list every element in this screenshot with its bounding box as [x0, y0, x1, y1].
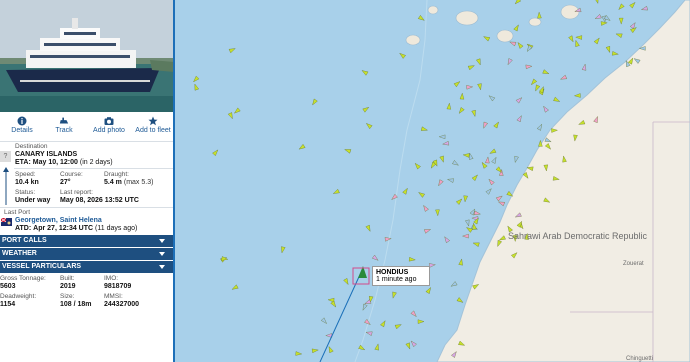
vessel-particulars-section[interactable]: VESSEL PARTICULARS [0, 261, 173, 273]
vessel-name: HONDIUS [376, 269, 409, 276]
port-calls-section[interactable]: PORT CALLS [0, 235, 173, 247]
track-button[interactable]: Track [42, 116, 86, 134]
deadweight-value: 1154 [0, 301, 16, 308]
ship-image [0, 0, 173, 112]
add-photo-label: Add photo [93, 127, 125, 134]
built-value: 2019 [60, 283, 76, 290]
last-report-label: Last report: [60, 189, 93, 196]
details-label: Details [11, 127, 33, 134]
atd-value: Apr 27, 12:34 UTC [33, 225, 94, 232]
atd-row: ATD: Apr 27, 12:34 UTC (11 days ago) [15, 225, 137, 232]
last-port-label: Last Port [4, 209, 31, 216]
course-value: 27° [60, 179, 71, 186]
add-photo-button[interactable]: Add photo [87, 116, 131, 134]
size-value: 108 / 18m [60, 301, 92, 308]
vessel-particulars-title: VESSEL PARTICULARS [2, 263, 82, 270]
route-arrow-icon [3, 167, 9, 205]
divider [0, 207, 173, 208]
divider [0, 141, 173, 142]
add-to-fleet-label: Add to fleet [135, 127, 171, 134]
atd-label: ATD: [15, 225, 32, 232]
camera-icon [104, 117, 114, 125]
eta-sub: (in 2 days) [79, 159, 113, 166]
map-canvas[interactable]: Sahrawi Arab Democratic Republic Zouerat… [175, 0, 690, 362]
mmsi-label: MMSI: [104, 293, 123, 300]
deadweight-label: Deadweight: [0, 293, 37, 300]
speed-label: Speed: [15, 171, 36, 178]
imo-value: 9818709 [104, 283, 132, 290]
info-icon [17, 116, 27, 126]
draught-number: 5.4 m [104, 179, 122, 186]
star-icon [148, 116, 158, 126]
eta-label: ETA: [15, 159, 31, 166]
chevron-down-icon [159, 265, 165, 269]
mmsi-value: 244327000 [104, 301, 140, 308]
eta-value: May 10, 12:00 [32, 159, 78, 166]
course-label: Course: [60, 171, 83, 178]
vessel-panel: Details Track Add photo Add to fleet ? D… [0, 0, 175, 362]
place-label: Zouerat [623, 261, 644, 267]
last-port-link[interactable]: Georgetown, Saint Helena [15, 217, 102, 224]
chevron-down-icon [159, 239, 165, 243]
status-value: Under way [15, 197, 51, 204]
unknown-flag-icon: ? [0, 151, 11, 162]
chevron-down-icon [159, 252, 165, 256]
weather-section[interactable]: WEATHER [0, 248, 173, 260]
add-to-fleet-button[interactable]: Add to fleet [131, 116, 173, 134]
map-view[interactable]: Sahrawi Arab Democratic Republic Zouerat… [175, 0, 690, 362]
speed-value: 10.4 kn [15, 179, 39, 186]
vessel-photo[interactable] [0, 0, 173, 112]
last-report-value: May 08, 2026 13:52 UTC [60, 197, 139, 204]
region-label: Sahrawi Arab Democratic Republic [508, 231, 648, 241]
status-label: Status: [15, 189, 36, 196]
draught-value: 5.4 m (max 5.3) [104, 179, 153, 186]
vessel-popup[interactable]: HONDIUS 1 minute ago [372, 266, 430, 286]
built-label: Built: [60, 275, 75, 282]
destination-value: CANARY ISLANDS [15, 151, 78, 158]
size-label: Size: [60, 293, 75, 300]
draught-max: (max 5.3) [123, 179, 154, 186]
gross-tonnage-value: 5603 [0, 283, 16, 290]
details-button[interactable]: Details [0, 116, 44, 134]
imo-label: IMO: [104, 275, 119, 282]
saint-helena-flag-icon [1, 218, 12, 226]
port-calls-title: PORT CALLS [2, 237, 47, 244]
gross-tonnage-label: Gross Tonnage: [0, 275, 46, 282]
divider [14, 168, 173, 169]
track-label: Track [55, 127, 73, 134]
destination-label: Destination [15, 143, 48, 150]
place-label: Chinguetti [626, 356, 653, 362]
vessel-last-seen: 1 minute ago [376, 276, 417, 283]
track-icon [59, 117, 69, 124]
weather-title: WEATHER [2, 250, 37, 257]
eta-row: ETA: May 10, 12:00 (in 2 days) [15, 159, 113, 166]
action-bar: Details Track Add photo Add to fleet [0, 116, 173, 140]
atd-sub: (11 days ago) [95, 225, 138, 232]
draught-label: Draught: [104, 171, 129, 178]
